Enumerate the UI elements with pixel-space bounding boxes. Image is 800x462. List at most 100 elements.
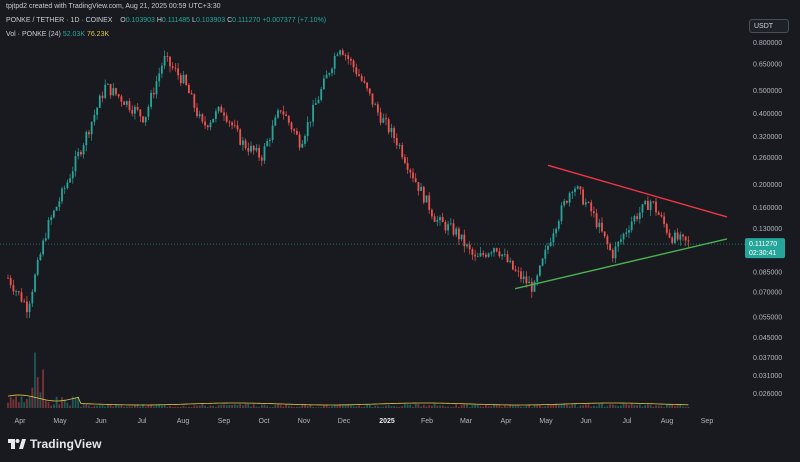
candle-body xyxy=(333,55,336,69)
price-tick-label: 0.085000 xyxy=(753,270,782,277)
volume-bar xyxy=(587,404,590,408)
candle-body xyxy=(158,73,161,82)
volume-bar xyxy=(660,405,663,408)
volume-bar xyxy=(512,405,514,408)
candle-body xyxy=(368,88,371,94)
volume-bar xyxy=(166,407,169,408)
candle-body xyxy=(471,249,474,255)
candle-body xyxy=(36,260,39,275)
volume-bar xyxy=(231,405,233,408)
volume-bar xyxy=(671,404,674,408)
volume-bar xyxy=(215,407,217,408)
volume-bar xyxy=(182,405,185,408)
candle-body xyxy=(530,281,533,292)
candle-body xyxy=(603,231,606,237)
candle-body xyxy=(244,140,247,149)
volume-bar xyxy=(606,406,609,408)
time-tick-label: Oct xyxy=(259,418,270,425)
candle-body xyxy=(458,228,460,240)
candle-body xyxy=(566,200,568,203)
volume-bar xyxy=(652,406,655,408)
candle-body xyxy=(66,182,69,189)
time-tick-label: Sep xyxy=(218,418,231,425)
volume-bar xyxy=(614,405,617,408)
time-tick-label: Apr xyxy=(501,418,513,425)
volume-bar xyxy=(177,406,179,408)
candle-body xyxy=(606,236,609,245)
volume-bar xyxy=(431,405,433,408)
volume-bar xyxy=(379,406,382,408)
candle-body xyxy=(120,96,123,102)
candle-body xyxy=(128,101,131,110)
tradingview-logo[interactable]: TradingView xyxy=(8,436,102,452)
volume-bar xyxy=(252,404,255,408)
volume-bar xyxy=(668,404,671,408)
volume-bar xyxy=(468,407,471,408)
candle-body xyxy=(242,140,244,145)
volume-bar xyxy=(201,404,204,408)
price-tick-label: 0.500000 xyxy=(753,88,782,95)
volume-bar xyxy=(355,406,358,408)
candle-body xyxy=(71,171,74,179)
candle-body xyxy=(544,249,547,259)
candle-body xyxy=(422,186,425,203)
candle-body xyxy=(171,66,174,68)
candle-body xyxy=(614,246,617,259)
volume-bar xyxy=(358,405,360,408)
volume-bar xyxy=(306,406,309,408)
candle-body xyxy=(676,232,679,240)
candle-body xyxy=(517,270,520,272)
chart-canvas[interactable]: 0.800000 0.650000 0.500000 0.400000 0.320000… xyxy=(0,0,800,462)
candle-body xyxy=(352,60,355,68)
volume-bar xyxy=(228,404,231,408)
volume-bar xyxy=(366,405,368,408)
time-tick-label: Aug xyxy=(177,418,190,425)
candle-body xyxy=(239,129,242,145)
lower-trendline[interactable] xyxy=(514,238,728,290)
candle-body xyxy=(493,248,495,253)
candle-body xyxy=(476,256,479,258)
volume-bar xyxy=(582,405,584,408)
volume-bar xyxy=(636,405,638,408)
volume-bar xyxy=(555,404,557,408)
volume-bar xyxy=(212,405,215,408)
candle-body xyxy=(136,106,139,110)
candle-body xyxy=(69,178,71,183)
time-axis: Apr May Jun Jul Aug Sep Oct Nov Dec 2025 Feb Mar Apr… xyxy=(15,418,714,425)
time-tick-label: Jun xyxy=(580,418,591,425)
volume-bar xyxy=(233,404,236,408)
volume-bar xyxy=(428,405,431,408)
candle-body xyxy=(101,95,104,98)
volume-bar xyxy=(12,399,15,408)
volume-bar xyxy=(285,404,287,408)
volume-bar xyxy=(611,404,614,408)
candle-body xyxy=(53,210,55,218)
volume-bar xyxy=(676,405,679,408)
candle-body xyxy=(509,260,512,262)
volume-bar xyxy=(520,406,522,408)
volume-bar xyxy=(501,407,503,408)
volume-bar xyxy=(425,406,428,408)
volume-bar xyxy=(466,404,468,408)
candle-body xyxy=(85,132,88,146)
volume-bar xyxy=(53,404,55,408)
candle-body xyxy=(582,189,584,205)
candle-body xyxy=(31,291,34,304)
candle-body xyxy=(379,112,382,123)
candle-body xyxy=(355,67,358,75)
candle-body xyxy=(452,223,455,235)
candle-body xyxy=(317,99,320,104)
volume-bar xyxy=(298,406,301,408)
candle-body xyxy=(358,74,360,76)
volume-bar xyxy=(147,405,150,408)
volume-bar xyxy=(185,407,188,408)
candle-body xyxy=(568,193,571,203)
tradingview-logo-icon xyxy=(8,439,26,449)
volume-bar xyxy=(485,404,487,408)
volume-bar xyxy=(131,406,134,408)
candle-body xyxy=(34,274,36,292)
candle-body xyxy=(109,84,112,96)
volume-bar xyxy=(406,404,409,408)
volume-bar xyxy=(155,404,158,408)
time-tick-label: Jul xyxy=(138,418,147,425)
